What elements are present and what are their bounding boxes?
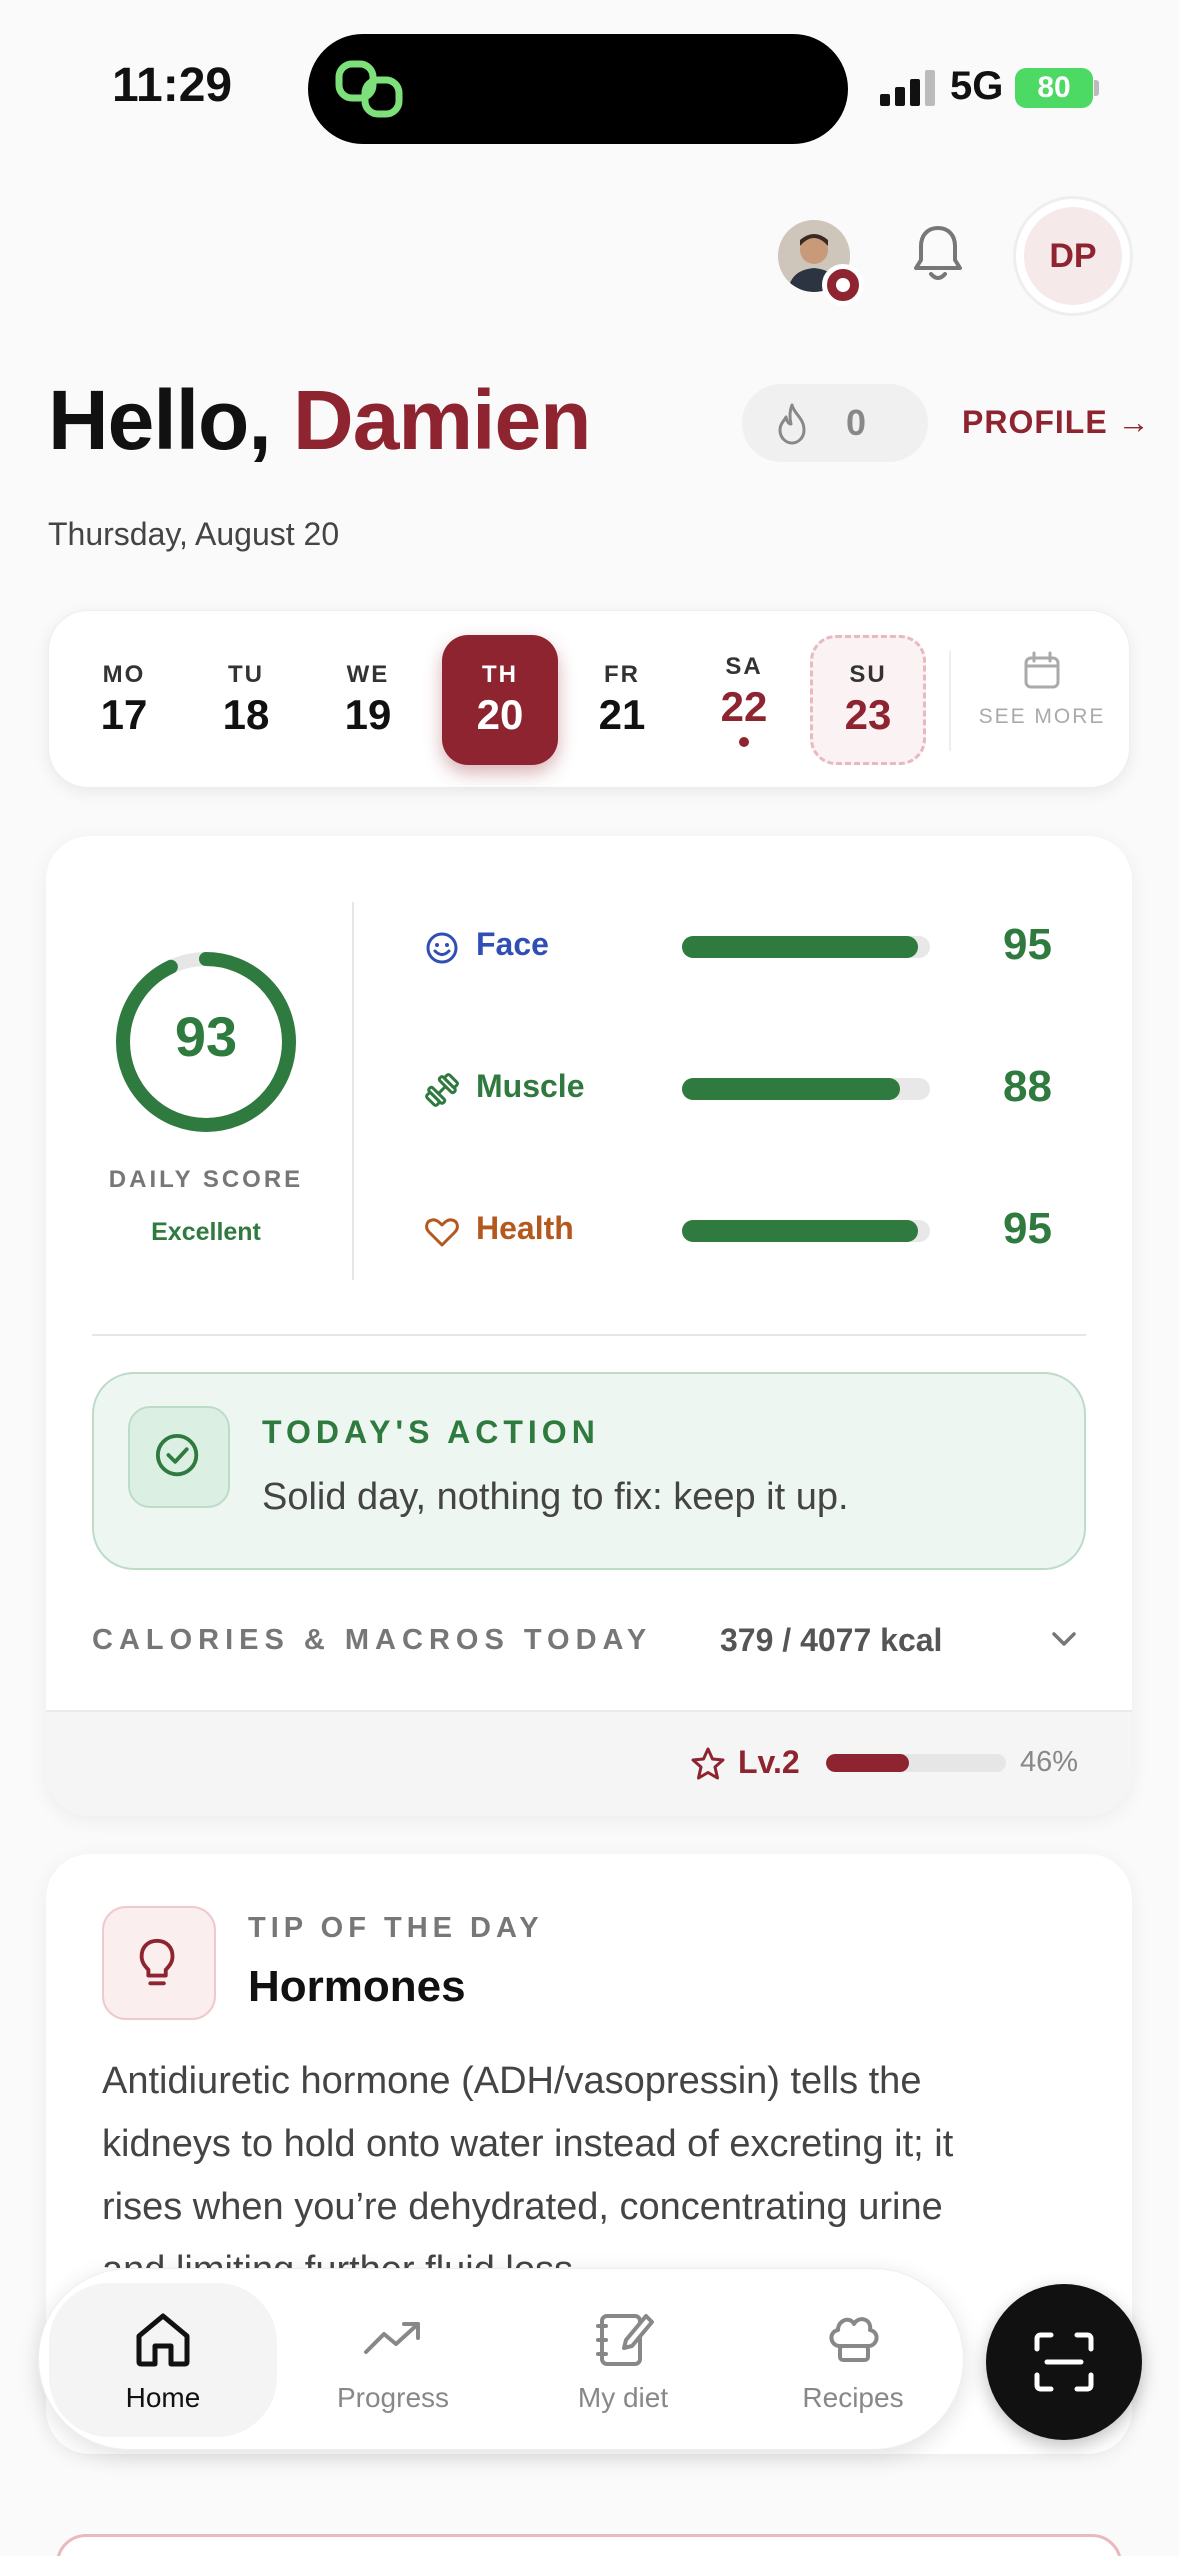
metric-health-value: 95 [1003, 1204, 1052, 1253]
profile-initials[interactable]: DP [1024, 207, 1122, 305]
level-percent: 46% [1020, 1746, 1079, 1778]
daily-score-value: 93 [174, 1005, 238, 1068]
chef-hat-icon [829, 2317, 879, 2362]
dumbbell-icon [425, 1073, 459, 1107]
metric-muscle-value: 88 [1003, 1062, 1052, 1111]
day-name: MO [102, 661, 146, 688]
day-friday[interactable]: FR 21 [564, 635, 680, 765]
tip-icon-box [102, 1906, 216, 2020]
tab-recipes[interactable]: Recipes [739, 2283, 967, 2437]
metric-muscle-label: Muscle [476, 1068, 585, 1104]
battery-tip [1094, 80, 1099, 96]
calendar-icon [1024, 651, 1060, 689]
day-date: 19 [344, 691, 392, 738]
lightbulb-icon [139, 1938, 175, 1986]
metric-muscle-bar-fill [682, 1078, 901, 1100]
tip-body: Antidiuretic hormone (ADH/vasopressin) t… [102, 2060, 954, 2268]
scan-icon [1034, 2332, 1094, 2392]
notifications-bell-icon[interactable] [910, 222, 966, 284]
tab-my-diet[interactable]: My diet [509, 2283, 737, 2437]
week-selector: MO 17 TU 18 WE 19 TH 20 FR 21 SA 22 SU 2… [48, 610, 1130, 788]
day-tuesday[interactable]: TU 18 [188, 635, 304, 765]
level-progress-bar [826, 1754, 1006, 1772]
metric-face-value: 95 [1003, 920, 1052, 969]
greeting-heading: Hello, Damien [48, 372, 591, 469]
smile-icon [426, 932, 458, 964]
tab-progress-label: Progress [336, 2382, 450, 2413]
day-date: 23 [844, 691, 892, 738]
see-more-label: SEE MORE [978, 705, 1106, 728]
metric-muscle-bar [682, 1078, 930, 1100]
level-label: Lv.2 [738, 1744, 800, 1780]
tip-title: Hormones [248, 1962, 466, 2011]
metric-face-label: Face [476, 926, 549, 962]
status-time: 11:29 [112, 59, 233, 112]
tab-home-label: Home [125, 2382, 201, 2413]
trend-icon [364, 2322, 420, 2354]
chevron-down-icon[interactable] [1046, 1624, 1082, 1654]
calories-value: 379 / 4077 kcal [720, 1622, 943, 1658]
streak-pill[interactable] [742, 384, 928, 462]
see-more-button[interactable]: SEE MORE [967, 651, 1117, 729]
day-name: SA [725, 653, 763, 680]
day-name: TH [482, 661, 518, 688]
todays-action-text: Solid day, nothing to fix: keep it up. [262, 1476, 849, 1518]
day-saturday[interactable]: SA 22 [686, 635, 802, 765]
day-name: SU [849, 661, 887, 688]
home-icon [136, 2313, 190, 2367]
greeting-name: Damien [293, 373, 591, 467]
day-name: TU [228, 661, 264, 688]
battery-indicator: 80 [1015, 68, 1093, 108]
calories-label[interactable]: CALORIES & MACROS TODAY [92, 1624, 652, 1657]
streak-count: 0 [846, 402, 867, 443]
greeting-hello: Hello, [48, 373, 272, 467]
day-date: 17 [100, 691, 148, 738]
next-card-peek [56, 2534, 1122, 2556]
check-circle-icon [155, 1433, 199, 1477]
app-link-icon [335, 60, 403, 118]
tab-home[interactable]: Home [49, 2283, 277, 2437]
tip-kicker: TIP OF THE DAY [248, 1912, 544, 1944]
heart-icon [425, 1218, 459, 1247]
level-progress-fill [826, 1754, 909, 1772]
metric-face-bar [682, 936, 930, 958]
bottom-tab-bar: Home Progress My diet Recipes [38, 2268, 964, 2450]
daily-score-rating: Excellent [151, 1218, 261, 1246]
star-icon [691, 1747, 725, 1780]
score-divider [352, 902, 354, 1280]
daily-score-label: DAILY SCORE [108, 1166, 304, 1193]
flame-icon [778, 403, 806, 445]
day-date: 18 [222, 691, 270, 738]
metric-face-bar-fill [682, 936, 918, 958]
day-date: 20 [476, 691, 524, 738]
day-date: 21 [598, 691, 646, 738]
profile-link[interactable]: PROFILE → [962, 404, 1151, 441]
day-name: WE [346, 661, 390, 688]
todays-action-panel[interactable] [92, 1372, 1086, 1570]
week-divider [949, 651, 951, 751]
metric-health-label: Health [476, 1210, 574, 1246]
avatar-badge-icon [822, 264, 864, 306]
notebook-icon [596, 2314, 654, 2366]
tab-recipes-label: Recipes [802, 2382, 904, 2413]
signal-icon [880, 70, 935, 106]
day-thursday-selected[interactable]: TH 20 [442, 635, 558, 765]
day-wednesday[interactable]: WE 19 [310, 635, 426, 765]
tab-progress[interactable]: Progress [279, 2283, 507, 2437]
tab-my-diet-label: My diet [577, 2382, 669, 2413]
metric-health-bar-fill [682, 1220, 918, 1242]
card-divider [92, 1334, 1086, 1336]
action-icon-box [128, 1406, 230, 1508]
event-dot [739, 737, 749, 747]
day-name: FR [604, 661, 640, 688]
current-date: Thursday, August 20 [48, 516, 340, 552]
todays-action-title: TODAY'S ACTION [262, 1414, 600, 1450]
metric-health-bar [682, 1220, 930, 1242]
day-date: 22 [720, 683, 768, 730]
day-sunday-today[interactable]: SU 23 [810, 635, 926, 765]
day-monday[interactable]: MO 17 [66, 635, 182, 765]
scan-button[interactable] [986, 2284, 1142, 2440]
network-type: 5G [950, 64, 1004, 108]
